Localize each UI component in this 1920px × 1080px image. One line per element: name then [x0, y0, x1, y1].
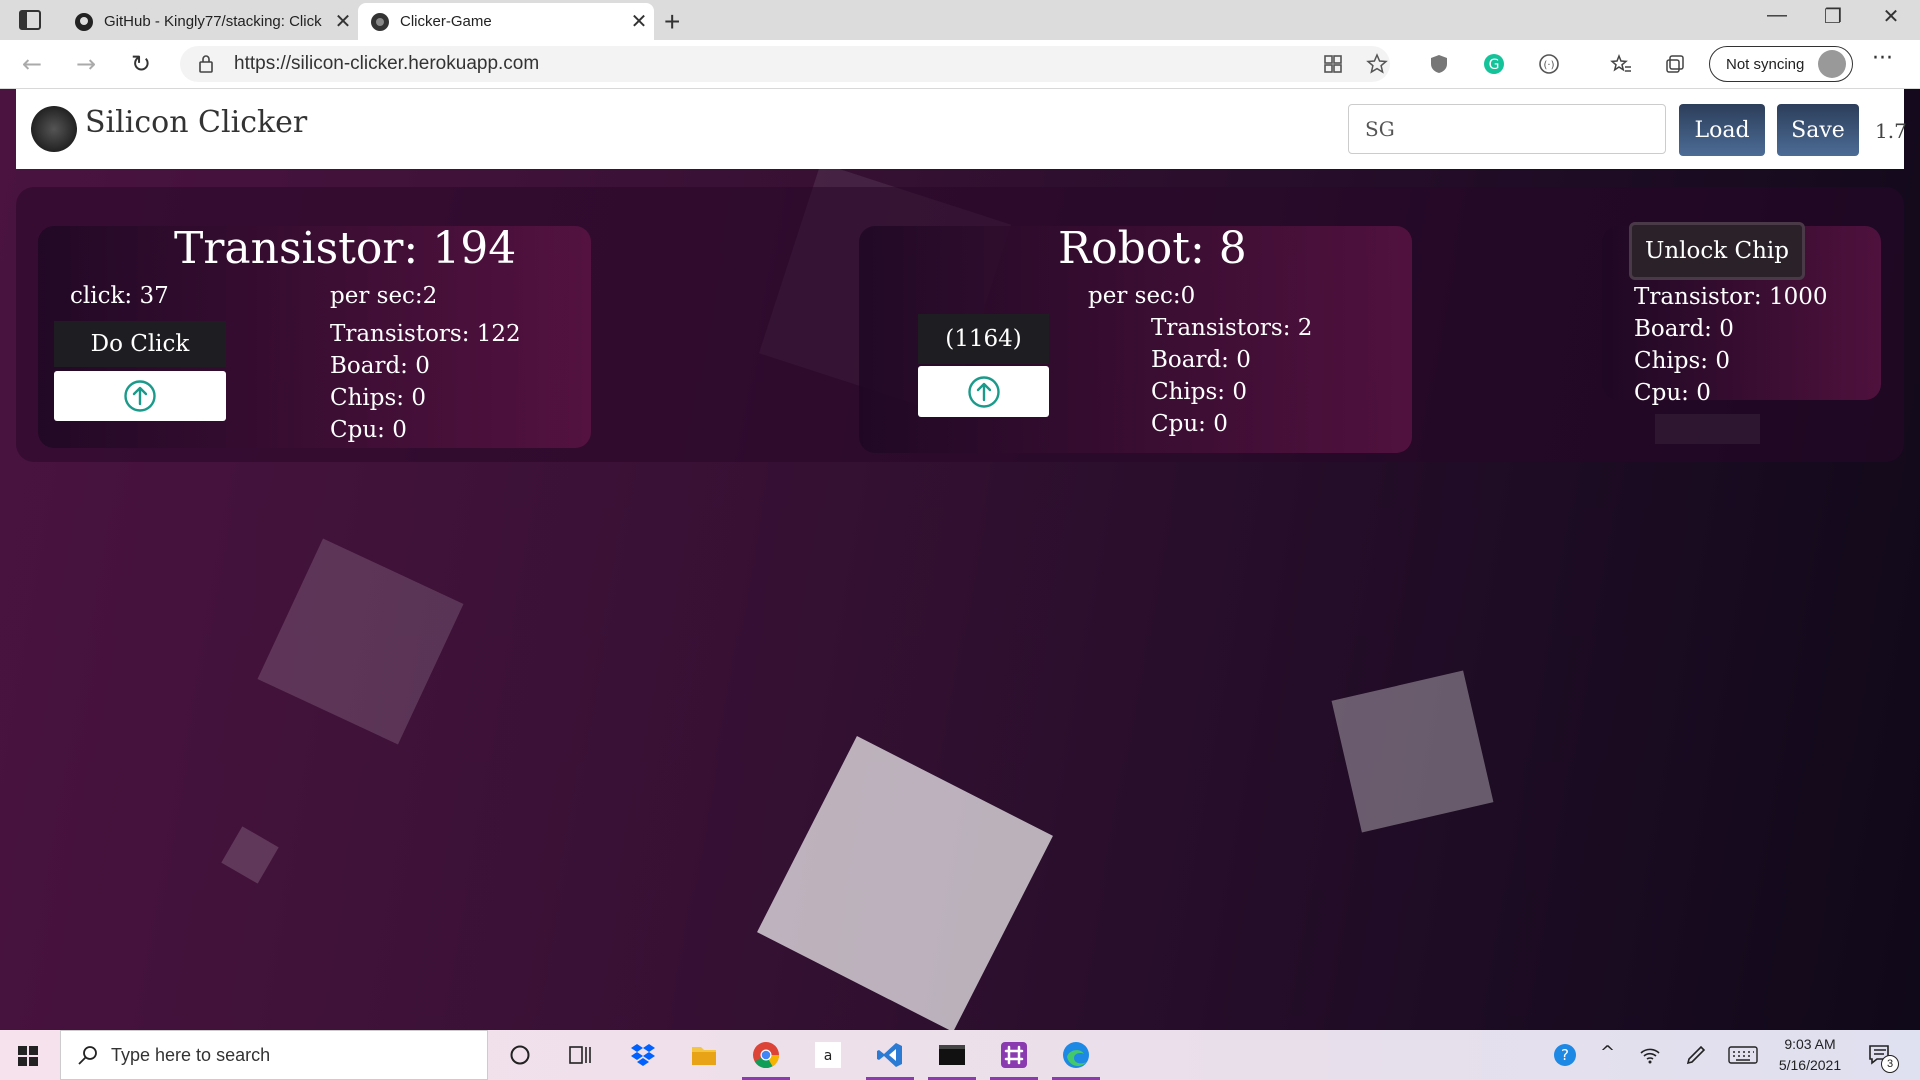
click-power: click: 37	[70, 283, 169, 309]
keyboard-icon[interactable]	[1728, 1046, 1758, 1064]
taskbar-search-box[interactable]: Type here to search	[60, 1030, 488, 1080]
chip-cost-cpu: Cpu: 0	[1634, 380, 1711, 406]
add-favorite-icon[interactable]	[1366, 53, 1388, 75]
transistor-cost-transistors: Transistors: 122	[330, 321, 521, 347]
load-button[interactable]: Load	[1679, 104, 1765, 156]
tab-title: GitHub - Kingly77/stacking: Click	[104, 13, 322, 30]
restore-button[interactable]: ❐	[1818, 4, 1848, 29]
slack-icon[interactable]	[986, 1030, 1042, 1080]
clock-time: 9:03 AM	[1784, 1036, 1836, 1052]
floating-square	[1331, 670, 1494, 833]
search-placeholder: Type here to search	[111, 1045, 271, 1065]
transistor-per-sec: per sec:2	[330, 283, 438, 309]
forward-icon[interactable]: →	[76, 50, 96, 78]
arrow-up-circle-icon	[124, 380, 156, 412]
floating-square	[221, 826, 279, 884]
top-navbar: Silicon Clicker Load Save 1.7	[16, 89, 1907, 169]
address-bar: ← → ↻ https://silicon-clicker.herokuapp.…	[0, 40, 1920, 89]
transistor-cost-board: Board: 0	[330, 353, 430, 379]
cortana-icon[interactable]	[492, 1030, 548, 1080]
chevron-up-icon[interactable]: ^	[1600, 1042, 1615, 1063]
close-tab-icon[interactable]: ✕	[624, 9, 654, 34]
unlock-chip-button[interactable]: Unlock Chip	[1629, 222, 1805, 280]
robot-cost-cpu: Cpu: 0	[1151, 411, 1228, 437]
extension-icon[interactable]: (·)	[1538, 53, 1560, 75]
collections-icon[interactable]	[1664, 53, 1686, 75]
close-tab-icon[interactable]: ✕	[328, 9, 358, 34]
url-field[interactable]: https://silicon-clicker.herokuapp.com	[180, 46, 1390, 82]
tab-clicker-game[interactable]: Clicker-Game ✕	[358, 3, 654, 40]
terminal-icon[interactable]	[924, 1030, 980, 1080]
vscode-icon[interactable]	[862, 1030, 918, 1080]
app-available-icon[interactable]	[1322, 53, 1344, 75]
floating-square	[257, 538, 464, 745]
save-button[interactable]: Save	[1777, 104, 1859, 156]
minimize-button[interactable]: —	[1762, 4, 1792, 27]
amazon-icon[interactable]: a	[800, 1030, 856, 1080]
transistor-cost-chips: Chips: 0	[330, 385, 426, 411]
transistor-cost-cpu: Cpu: 0	[330, 417, 407, 443]
tab-actions-icon[interactable]	[18, 9, 42, 31]
buy-robot-button[interactable]: (1164)	[918, 314, 1049, 364]
chrome-icon[interactable]	[738, 1030, 794, 1080]
sync-label: Not syncing	[1726, 55, 1805, 73]
file-explorer-icon[interactable]	[676, 1030, 732, 1080]
github-icon	[75, 12, 93, 31]
robot-cost-chips: Chips: 0	[1151, 379, 1247, 405]
robot-count: Robot: 8	[1058, 223, 1247, 274]
robot-cost-board: Board: 0	[1151, 347, 1251, 373]
save-code-input[interactable]	[1348, 104, 1666, 154]
floating-square	[757, 736, 1053, 1030]
url-text: https://silicon-clicker.herokuapp.com	[234, 53, 540, 74]
chip-cost-transistor: Transistor: 1000	[1634, 284, 1828, 310]
arrow-up-circle-icon	[967, 375, 1000, 408]
clock-date: 5/16/2021	[1778, 1057, 1842, 1073]
brand-title[interactable]: Silicon Clicker	[85, 105, 307, 140]
chip-cost-chips: Chips: 0	[1634, 348, 1730, 374]
avatar	[1818, 50, 1846, 78]
robot-cost-transistors: Transistors: 2	[1151, 315, 1313, 341]
chip-cost-board: Board: 0	[1634, 316, 1734, 342]
version-label: 1.7	[1875, 119, 1907, 143]
browser-tab-strip: GitHub - Kingly77/stacking: Click ✕ Clic…	[0, 0, 1920, 40]
edge-icon[interactable]	[1048, 1030, 1104, 1080]
svg-text:G: G	[1489, 57, 1500, 73]
notification-count-badge: 3	[1881, 1055, 1899, 1073]
back-icon[interactable]: ←	[22, 50, 42, 78]
silicon-logo-icon	[31, 106, 77, 152]
transistor-count: Transistor: 194	[174, 223, 517, 274]
shield-extension-icon[interactable]	[1428, 53, 1450, 75]
task-view-icon[interactable]	[552, 1030, 608, 1080]
svg-text:(·): (·)	[1544, 60, 1555, 71]
game-page: Silicon Clicker Load Save 1.7 Transistor…	[0, 89, 1920, 1030]
lock-icon[interactable]	[198, 54, 214, 74]
windows-taskbar: Type here to search a ? ^ 9:03 AM 5/16/2…	[0, 1030, 1920, 1080]
upgrade-robot-button[interactable]	[918, 366, 1049, 417]
pen-icon[interactable]	[1685, 1044, 1707, 1066]
search-icon	[78, 1046, 97, 1065]
tab-github[interactable]: GitHub - Kingly77/stacking: Click ✕	[62, 3, 358, 40]
refresh-icon[interactable]: ↻	[131, 50, 151, 78]
wifi-icon[interactable]	[1639, 1045, 1661, 1065]
windows-start-icon[interactable]	[18, 1046, 38, 1066]
close-window-button[interactable]: ✕	[1876, 4, 1906, 29]
robot-per-sec: per sec:0	[1088, 283, 1196, 309]
dropbox-icon[interactable]	[615, 1030, 671, 1080]
more-menu-icon[interactable]: ···	[1872, 46, 1893, 71]
upgrade-click-button[interactable]	[54, 371, 226, 421]
system-clock[interactable]: 9:03 AM 5/16/2021	[1770, 1034, 1850, 1076]
new-tab-button[interactable]: +	[664, 6, 680, 38]
tab-title: Clicker-Game	[400, 13, 492, 30]
svg-text:?: ?	[1561, 1046, 1569, 1064]
favorites-icon[interactable]	[1610, 53, 1632, 75]
profile-sync-button[interactable]: Not syncing	[1709, 46, 1853, 82]
grammarly-icon[interactable]: G	[1483, 53, 1505, 75]
silicon-favicon	[371, 12, 389, 31]
help-icon[interactable]: ?	[1553, 1043, 1577, 1067]
do-click-button[interactable]: Do Click	[54, 321, 226, 367]
svg-text:a: a	[824, 1048, 833, 1064]
